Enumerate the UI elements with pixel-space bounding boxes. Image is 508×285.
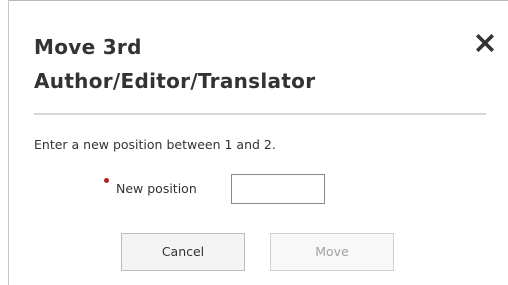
required-marker <box>104 178 109 183</box>
dialog-title-line2: Author/Editor/Translator <box>34 69 316 93</box>
close-button[interactable] <box>468 26 502 60</box>
dialog-top-border <box>8 0 508 1</box>
move-button[interactable]: Move <box>270 233 394 271</box>
instruction-text: Enter a new position between 1 and 2. <box>34 137 276 152</box>
dialog-title: Move 3rd Author/Editor/Translator <box>34 30 434 98</box>
move-contributor-dialog: Move 3rd Author/Editor/Translator Enter … <box>0 0 508 285</box>
new-position-input[interactable] <box>231 174 325 204</box>
close-icon <box>476 34 494 52</box>
dialog-left-border <box>8 0 9 285</box>
new-position-label: New position <box>116 181 197 196</box>
title-divider <box>34 113 486 115</box>
dialog-title-line1: Move 3rd <box>34 35 142 59</box>
cancel-button[interactable]: Cancel <box>121 233 245 271</box>
